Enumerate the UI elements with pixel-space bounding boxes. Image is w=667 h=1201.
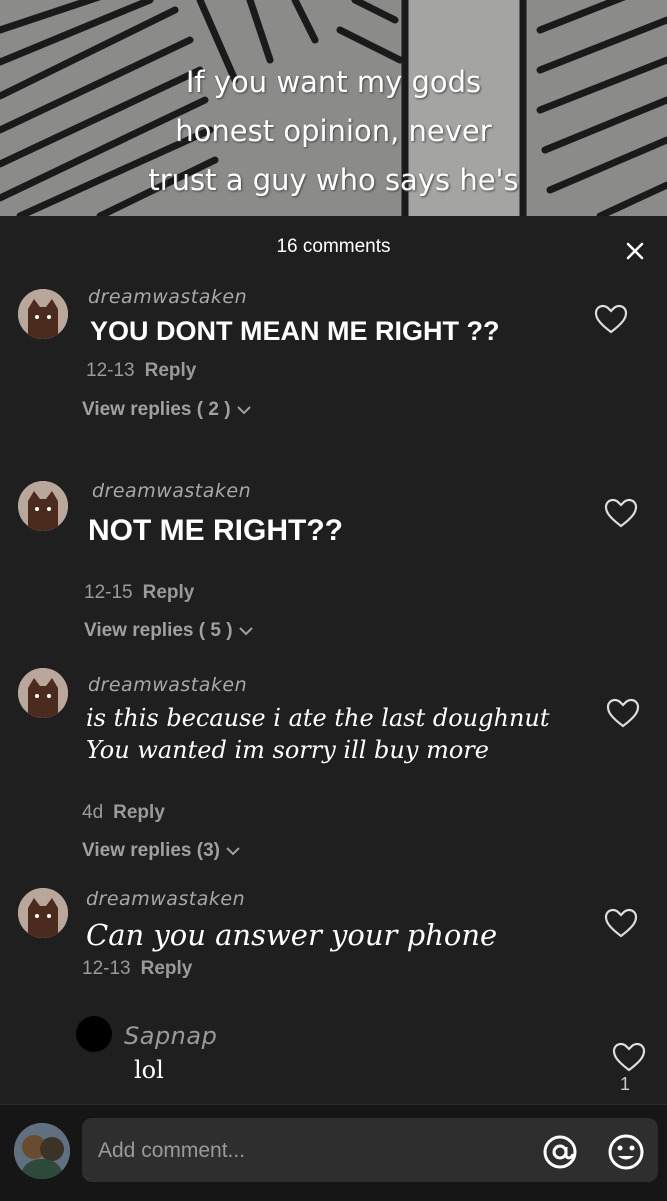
comment-text: NOT ME RIGHT?? [88, 514, 343, 547]
avatar[interactable] [76, 1016, 112, 1052]
view-replies-button[interactable]: View replies ( 5 ) [84, 620, 253, 642]
like-button[interactable] [594, 304, 628, 336]
comment-username[interactable]: dreamwastaken [88, 286, 247, 308]
like-button[interactable] [606, 698, 640, 730]
view-replies-button[interactable]: View replies (3) [82, 840, 240, 862]
like-button[interactable] [604, 498, 638, 530]
comment-date: 4d [82, 802, 104, 823]
heart-icon [606, 698, 640, 728]
heart-icon [604, 908, 638, 938]
reply-username[interactable]: Sapnap [124, 1022, 217, 1050]
comment-date: 12-13 [86, 360, 135, 381]
heart-icon [612, 1042, 646, 1072]
comment-username[interactable]: dreamwastaken [86, 888, 245, 910]
comment-count: 16 comments [276, 236, 391, 257]
comment-input-container [82, 1118, 658, 1184]
comment-text: YOU DONT MEAN ME RIGHT ?? [90, 316, 500, 346]
comment-date: 12-13 [82, 958, 131, 979]
like-button[interactable] [612, 1042, 646, 1074]
avatar[interactable] [18, 668, 68, 718]
comment-username[interactable]: dreamwastaken [92, 480, 251, 502]
heart-icon [604, 498, 638, 528]
my-avatar[interactable] [14, 1123, 70, 1179]
video-preview[interactable]: If you want my gods honest opinion, neve… [0, 0, 667, 216]
video-caption: If you want my gods honest opinion, neve… [0, 58, 667, 216]
comment-item: dreamwastaken Can you answer your phone … [0, 886, 667, 986]
emoji-icon [608, 1134, 644, 1170]
close-icon [626, 242, 644, 260]
heart-icon [594, 304, 628, 334]
reply-item: Sapnap lol 1 [0, 1012, 667, 1102]
caption-line: an ass man, I'm built like [0, 205, 667, 216]
reply-button[interactable]: Reply [113, 802, 165, 823]
comment-input-bar [0, 1104, 667, 1201]
cat-avatar-icon [18, 481, 68, 531]
comment-text-line1: is this because i ate the last doughnut [86, 704, 550, 732]
comments-header: 16 comments [0, 216, 667, 278]
avatar[interactable] [18, 481, 68, 531]
chevron-down-icon [236, 406, 251, 415]
like-count: 1 [620, 1074, 631, 1094]
comment-text: Can you answer your phone [86, 918, 498, 952]
emoji-button[interactable] [606, 1132, 646, 1172]
caption-line: trust a guy who says he's [148, 163, 519, 197]
comment-item: dreamwastaken YOU DONT MEAN ME RIGHT ?? … [0, 286, 667, 436]
view-replies-label: View replies (3) [82, 840, 220, 861]
caption-line: honest opinion, never [175, 114, 492, 148]
avatar[interactable] [18, 888, 68, 938]
add-comment-input[interactable] [96, 1118, 520, 1184]
caption-line: If you want my gods [185, 65, 482, 99]
avatar[interactable] [18, 289, 68, 339]
reply-button[interactable]: Reply [143, 582, 195, 603]
comment-item: dreamwastaken NOT ME RIGHT?? 12-15 Reply … [0, 478, 667, 641]
cat-avatar-icon [18, 668, 68, 718]
comment-meta: 4d Reply [82, 802, 165, 824]
cat-avatar-icon [18, 888, 68, 938]
like-button[interactable] [604, 908, 638, 940]
cat-avatar-icon [18, 289, 68, 339]
at-sign-icon [543, 1135, 577, 1169]
comment-item: dreamwastaken is this because i ate the … [0, 668, 667, 868]
view-replies-label: View replies ( 5 ) [84, 620, 233, 641]
comment-text-line2: You wanted im sorry ill buy more [86, 736, 489, 764]
close-button[interactable] [618, 234, 652, 268]
chevron-down-icon [226, 847, 240, 856]
view-replies-label: View replies ( 2 ) [82, 399, 231, 420]
comment-username[interactable]: dreamwastaken [88, 674, 247, 696]
reply-button[interactable]: Reply [145, 360, 197, 381]
comments-sheet: 16 comments dreamwastaken YOU DONT MEAN … [0, 216, 667, 1200]
reply-text: lol [134, 1056, 164, 1084]
comment-date: 12-15 [84, 582, 133, 603]
comment-meta: 12-13 Reply [82, 958, 192, 980]
user-avatar-icon [14, 1123, 70, 1179]
view-replies-button[interactable]: View replies ( 2 ) [82, 399, 251, 421]
mention-button[interactable] [540, 1132, 580, 1172]
reply-button[interactable]: Reply [141, 958, 193, 979]
comment-meta: 12-15 Reply [84, 582, 194, 604]
chevron-down-icon [238, 627, 253, 636]
comment-meta: 12-13 Reply [86, 360, 196, 382]
